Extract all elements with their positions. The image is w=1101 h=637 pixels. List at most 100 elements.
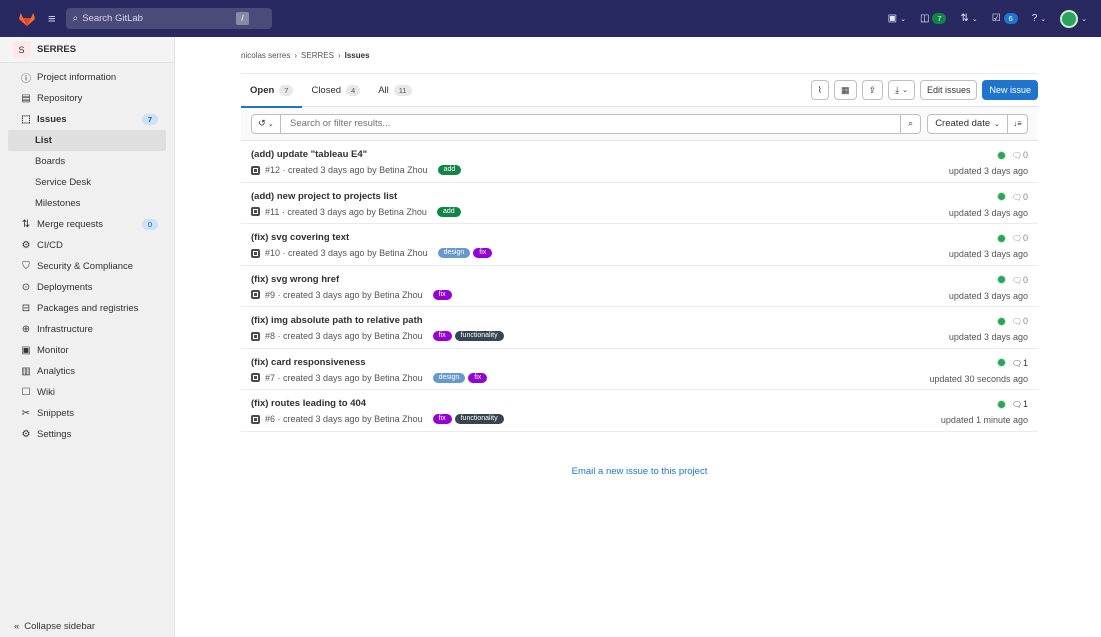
rss-button[interactable]: ⌇: [810, 80, 830, 100]
assignee-avatar[interactable]: [996, 316, 1006, 326]
sidebar-subitem-list[interactable]: List: [8, 130, 166, 151]
label-badge[interactable]: fix: [432, 331, 452, 341]
help-icon: ?: [1031, 13, 1038, 24]
issue-meta: #8 · created 3 days ago by Betina Zhou fi…: [251, 331, 1038, 341]
new-issue-button[interactable]: New issue: [982, 80, 1038, 100]
label-badge[interactable]: functionality: [454, 331, 504, 341]
issue-title-link[interactable]: (add) new project to projects list: [251, 191, 1038, 202]
sidebar-item-icon: ▥: [21, 366, 31, 377]
user-menu-button[interactable]: ⌄: [1060, 9, 1087, 28]
sidebar-subitem-service-desk[interactable]: Service Desk: [0, 172, 174, 193]
sidebar-item-wiki[interactable]: ☐ Wiki: [0, 382, 174, 403]
filter-search-button[interactable]: ⌕: [901, 113, 922, 134]
email-new-issue-link[interactable]: Email a new issue to this project: [241, 466, 1038, 477]
comments-link[interactable]: 🗨0: [1012, 150, 1028, 160]
sidebar-item-issues[interactable]: ⬚ Issues 7: [0, 109, 174, 130]
issue-title-link[interactable]: (add) update "tableau E4": [251, 149, 1038, 160]
calendar-button[interactable]: ▦: [834, 80, 857, 100]
issue-open-icon: [251, 207, 260, 216]
label-badge[interactable]: functionality: [454, 414, 504, 424]
sidebar-item-deployments[interactable]: ⊙ Deployments: [0, 277, 174, 298]
sidebar-item-snippets[interactable]: ✂ Snippets: [0, 403, 174, 424]
comments-link[interactable]: 🗨0: [1012, 192, 1028, 202]
sidebar-item-packages-and-registries[interactable]: ⊟ Packages and registries: [0, 298, 174, 319]
help-button[interactable]: ? ⌄: [1032, 13, 1046, 24]
sidebar-item-label: Monitor: [37, 345, 69, 356]
gitlab-logo-icon[interactable]: [18, 11, 36, 27]
filter-search-input[interactable]: Search or filter results...: [281, 113, 902, 134]
search-input[interactable]: ⌕ Search GitLab /: [65, 8, 272, 29]
recent-searches-button[interactable]: ↺ ⌄: [251, 113, 281, 134]
sidebar-item-icon: ⊟: [21, 303, 31, 314]
chevron-down-icon: ⌄: [902, 87, 908, 94]
issues-button[interactable]: ◫ 7: [920, 13, 947, 24]
label-badge[interactable]: fix: [432, 414, 452, 424]
assignee-avatar[interactable]: [996, 399, 1006, 409]
label-badge[interactable]: design: [432, 372, 466, 383]
issue-meta: #11 · created 3 days ago by Betina Zhou a…: [251, 206, 1038, 217]
collapse-sidebar-button[interactable]: « Collapse sidebar: [0, 615, 175, 637]
sidebar-item-merge-requests[interactable]: ⇅ Merge requests 0: [0, 214, 174, 235]
sort-direction-button[interactable]: ↓≡: [1008, 113, 1028, 134]
tab-all[interactable]: All 11: [369, 74, 420, 107]
sidebar-item-project-information[interactable]: ⓘ Project information: [0, 67, 174, 88]
comments-link[interactable]: 🗨1: [1012, 358, 1028, 368]
breadcrumb-user[interactable]: nicolas serres: [241, 51, 290, 60]
comments-link[interactable]: 🗨1: [1012, 399, 1028, 409]
assignee-avatar[interactable]: [996, 275, 1006, 284]
chevron-down-icon: ⌄: [971, 15, 978, 23]
tab-count: 4: [346, 84, 361, 96]
label-badge[interactable]: add: [436, 206, 461, 217]
todos-count-badge: 6: [1003, 13, 1018, 24]
sidebar-subitem-milestones[interactable]: Milestones: [0, 193, 174, 214]
create-new-button[interactable]: ▣ ⌄: [888, 13, 906, 24]
label-badge[interactable]: fix: [473, 248, 493, 258]
sidebar-subitem-boards[interactable]: Boards: [0, 151, 174, 172]
search-icon: ⌕: [72, 13, 79, 24]
sidebar-item-security-compliance[interactable]: ⛉ Security & Compliance: [0, 256, 174, 277]
sort-direction-icon: ↓≡: [1013, 119, 1022, 128]
sidebar-item-settings[interactable]: ⚙ Settings: [0, 424, 174, 445]
issue-title-link[interactable]: (fix) routes leading to 404: [251, 398, 1038, 409]
merge-requests-button[interactable]: ⇅ ⌄: [960, 13, 977, 24]
sidebar-item-repository[interactable]: ▤ Repository: [0, 88, 174, 109]
import-button[interactable]: ⇪: [861, 80, 884, 100]
sidebar-item-label: Merge requests: [37, 219, 104, 230]
menu-icon[interactable]: ≡: [48, 11, 56, 26]
issue-labels: fix functionality: [432, 414, 504, 424]
comments-link[interactable]: 🗨0: [1012, 275, 1028, 285]
label-badge[interactable]: design: [437, 248, 471, 258]
issue-labels: fix: [432, 289, 452, 300]
sidebar-item-monitor[interactable]: ▣ Monitor: [0, 340, 174, 361]
tab-closed[interactable]: Closed 4: [302, 74, 369, 107]
sidebar-item-infrastructure[interactable]: ⊕ Infrastructure: [0, 319, 174, 340]
comments-link[interactable]: 🗨0: [1012, 316, 1028, 326]
breadcrumb-project[interactable]: SERRES: [301, 51, 334, 60]
edit-issues-button[interactable]: Edit issues: [919, 80, 978, 100]
sidebar-project-header[interactable]: S SERRES: [0, 37, 174, 63]
assignee-avatar[interactable]: [996, 358, 1006, 367]
issue-row: (add) update "tableau E4" #12 · created 3…: [241, 141, 1038, 183]
assignee-avatar[interactable]: [996, 233, 1006, 243]
upload-icon: ⇪: [868, 84, 877, 95]
sidebar-nav: ⓘ Project information ▤ Repository ⬚ Issues 7 L…: [0, 63, 174, 445]
issue-updated-time: updated 3 days ago: [948, 332, 1028, 342]
label-badge[interactable]: add: [437, 165, 462, 175]
issue-title-link[interactable]: (fix) svg wrong href: [251, 274, 1038, 285]
export-button[interactable]: ⤓ ⌄: [888, 80, 915, 100]
label-badge[interactable]: fix: [432, 289, 452, 300]
todos-button[interactable]: ☑ 6: [992, 13, 1018, 24]
assignee-avatar[interactable]: [996, 150, 1006, 160]
sort-dropdown[interactable]: Created date ⌄: [927, 113, 1008, 134]
comment-count: 0: [1022, 316, 1028, 326]
sidebar-item-analytics[interactable]: ▥ Analytics: [0, 361, 174, 382]
issue-title-link[interactable]: (fix) svg covering text: [251, 232, 1038, 243]
comments-link[interactable]: 🗨0: [1012, 233, 1028, 243]
sidebar-item-ci-cd[interactable]: ⚙ CI/CD: [0, 235, 174, 256]
label-badge[interactable]: fix: [468, 372, 488, 383]
breadcrumb-current[interactable]: Issues: [345, 51, 370, 60]
issue-title-link[interactable]: (fix) img absolute path to relative path: [251, 315, 1038, 326]
assignee-avatar[interactable]: [996, 192, 1006, 201]
tab-open[interactable]: Open 7: [241, 74, 303, 108]
issue-title-link[interactable]: (fix) card responsiveness: [251, 357, 1038, 368]
